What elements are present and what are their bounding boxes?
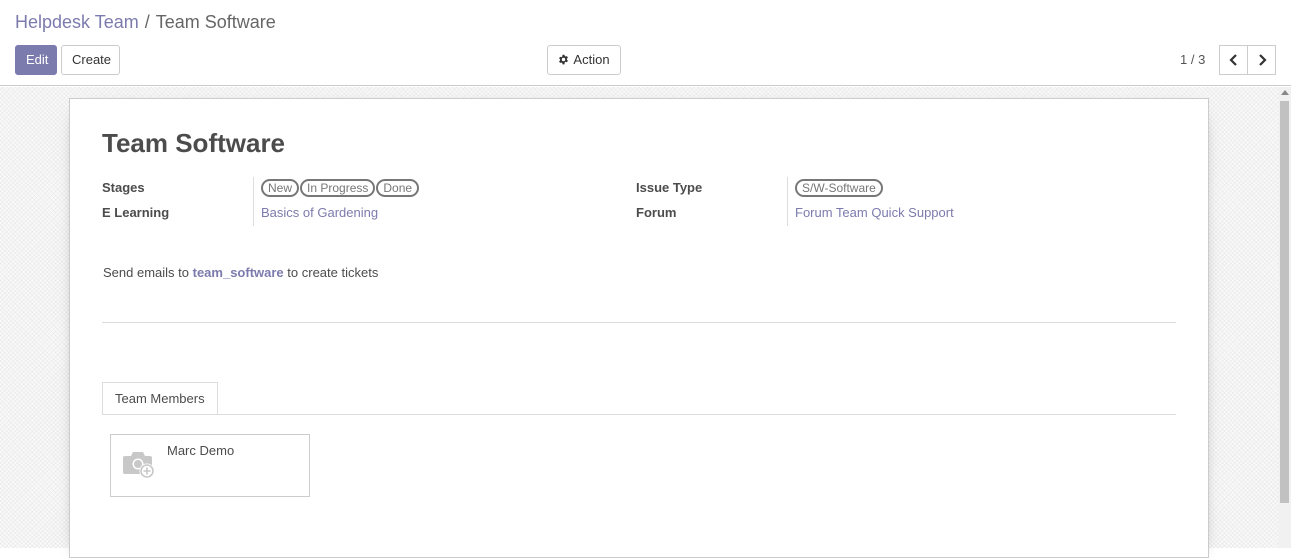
form-sheet: Team Software Stages New In Progress Done … bbox=[69, 98, 1209, 558]
record-title: Team Software bbox=[102, 128, 286, 158]
edit-button[interactable]: Edit bbox=[15, 45, 57, 75]
chevron-right-icon bbox=[1258, 54, 1267, 66]
scroll-up-arrow-icon[interactable] bbox=[1281, 90, 1289, 95]
stages-label: Stages bbox=[102, 180, 145, 195]
breadcrumb: Helpdesk Team / Team Software bbox=[15, 12, 276, 33]
email-prefix: Send emails to bbox=[103, 265, 189, 280]
pager-next-button[interactable] bbox=[1247, 45, 1276, 75]
elearning-label: E Learning bbox=[102, 205, 170, 220]
stage-tag-in-progress: In Progress bbox=[300, 179, 376, 197]
email-alias-link[interactable]: team_software bbox=[193, 265, 284, 280]
action-dropdown-button[interactable]: Action bbox=[547, 45, 621, 75]
gear-icon bbox=[558, 46, 569, 74]
camera-add-icon bbox=[123, 452, 155, 479]
forum-link[interactable]: Forum Team Quick Support bbox=[795, 205, 954, 220]
field-separator bbox=[787, 177, 788, 226]
breadcrumb-separator: / bbox=[144, 12, 150, 32]
create-button[interactable]: Create bbox=[61, 45, 120, 75]
issue-type-tag: S/W-Software bbox=[795, 179, 883, 197]
tab-underline bbox=[102, 414, 1176, 415]
stages-tags: New In Progress Done bbox=[261, 179, 420, 197]
section-divider bbox=[102, 322, 1176, 323]
chevron-left-icon bbox=[1228, 54, 1237, 66]
vertical-scrollbar[interactable] bbox=[1278, 87, 1291, 548]
stage-tag-new: New bbox=[261, 179, 300, 197]
tab-team-members[interactable]: Team Members bbox=[102, 382, 218, 415]
control-panel: Helpdesk Team / Team Software Edit Create … bbox=[0, 0, 1291, 86]
field-separator bbox=[253, 177, 254, 226]
breadcrumb-parent-link[interactable]: Helpdesk Team bbox=[15, 12, 139, 32]
breadcrumb-current: Team Software bbox=[155, 12, 276, 32]
action-label: Action bbox=[573, 52, 610, 67]
member-name: Marc Demo bbox=[167, 443, 235, 458]
email-suffix: to create tickets bbox=[287, 265, 379, 280]
issue-type-label: Issue Type bbox=[636, 180, 703, 195]
forum-label: Forum bbox=[636, 205, 677, 220]
email-alias-text: Send emails to team_software to create t… bbox=[103, 265, 378, 280]
elearning-link[interactable]: Basics of Gardening bbox=[261, 205, 378, 220]
scrollbar-thumb[interactable] bbox=[1280, 101, 1289, 503]
pager-previous-button[interactable] bbox=[1219, 45, 1248, 75]
pager-value[interactable]: 1 / 3 bbox=[1180, 52, 1205, 67]
stage-tag-done: Done bbox=[376, 179, 420, 197]
issue-type-tags: S/W-Software bbox=[795, 179, 884, 197]
member-card[interactable]: Marc Demo bbox=[110, 434, 310, 497]
